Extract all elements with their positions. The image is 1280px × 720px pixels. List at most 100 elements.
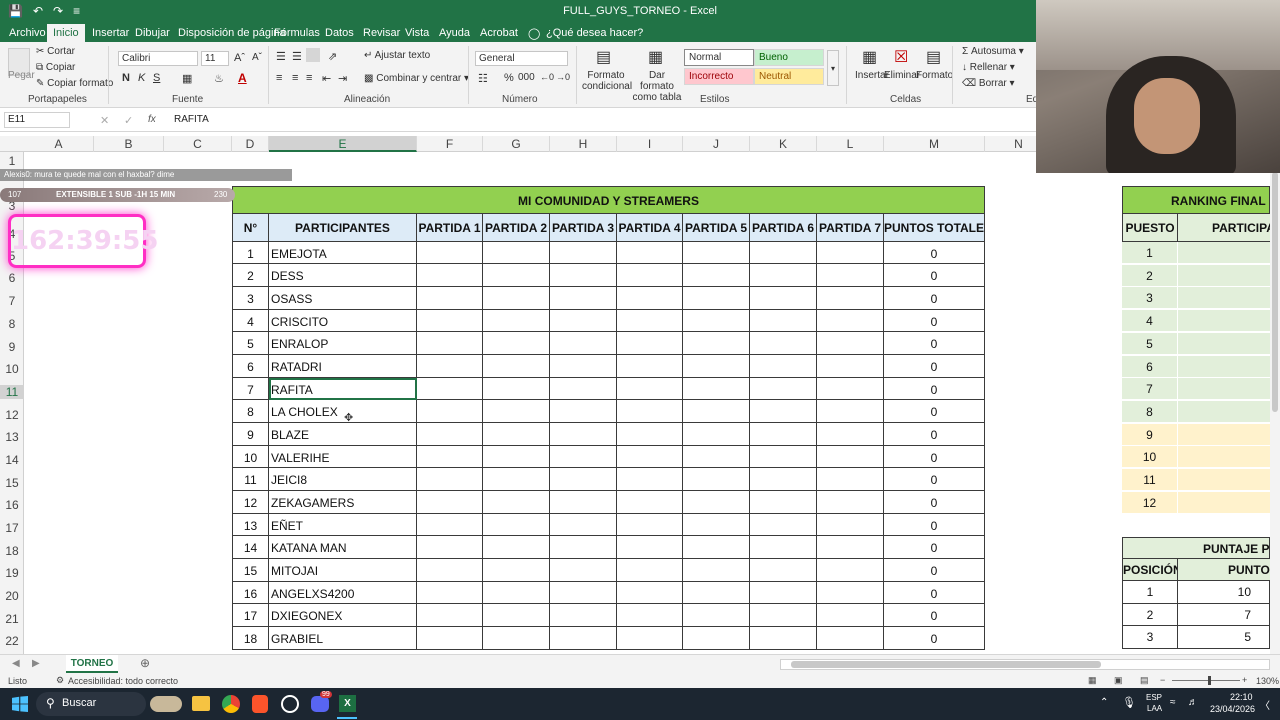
total-points-cell[interactable]: 0	[884, 310, 985, 332]
align-top-icon[interactable]: ☰	[276, 50, 286, 63]
tab-dibujar[interactable]: Dibujar	[135, 27, 170, 39]
match-score-cell[interactable]	[417, 242, 483, 264]
match-score-cell[interactable]	[683, 559, 750, 582]
match-score-cell[interactable]	[617, 536, 683, 559]
participant-number[interactable]: 4	[232, 310, 269, 332]
match-score-cell[interactable]	[617, 627, 683, 650]
match-score-cell[interactable]	[483, 536, 550, 559]
ranking-participant[interactable]	[1178, 469, 1270, 491]
ranking-position[interactable]: 4	[1122, 310, 1178, 333]
ranking-header-puesto[interactable]: PUESTO	[1122, 214, 1178, 242]
clock-time[interactable]: 22:10	[1230, 692, 1253, 702]
tray-chevron-icon[interactable]: ⌃	[1100, 697, 1108, 708]
match-score-cell[interactable]	[617, 242, 683, 264]
taskbar-search[interactable]: ⚲ Buscar	[36, 692, 146, 716]
ranking-title[interactable]: RANKING FINAL - T	[1122, 186, 1270, 214]
row-header[interactable]: 21	[0, 612, 24, 626]
match-score-cell[interactable]	[617, 514, 683, 536]
tab-archivo[interactable]: Archivo	[9, 27, 46, 39]
styles-more-icon[interactable]: ▾	[827, 50, 839, 86]
match-score-cell[interactable]	[483, 514, 550, 536]
match-score-cell[interactable]	[550, 378, 617, 400]
match-score-cell[interactable]	[750, 378, 817, 400]
participant-name[interactable]: EMEJOTA	[269, 242, 417, 264]
match-score-cell[interactable]	[817, 355, 884, 378]
puntaje-position[interactable]: 1	[1122, 581, 1178, 604]
insert-cells-icon[interactable]: ▦	[862, 47, 877, 67]
function-icon[interactable]: fx	[148, 114, 156, 125]
match-score-cell[interactable]	[483, 468, 550, 491]
row-header[interactable]: 8	[0, 317, 24, 331]
match-score-cell[interactable]	[550, 604, 617, 627]
accounting-icon[interactable]: ☷	[478, 72, 488, 85]
match-score-cell[interactable]	[750, 491, 817, 514]
chrome-icon[interactable]	[222, 695, 240, 713]
page-break-icon[interactable]: ▤	[1140, 675, 1149, 686]
row-header[interactable]: 15	[0, 476, 24, 490]
match-score-cell[interactable]	[483, 355, 550, 378]
ranking-position[interactable]: 3	[1122, 287, 1178, 310]
match-score-cell[interactable]	[483, 559, 550, 582]
ranking-position[interactable]: 7	[1122, 378, 1178, 401]
match-score-cell[interactable]	[417, 468, 483, 491]
match-score-cell[interactable]	[417, 446, 483, 468]
total-points-cell[interactable]: 0	[884, 423, 985, 446]
match-score-cell[interactable]	[683, 332, 750, 355]
row-header[interactable]: 10	[0, 362, 24, 376]
match-score-cell[interactable]	[550, 582, 617, 604]
match-score-cell[interactable]	[683, 446, 750, 468]
puntaje-title[interactable]: PUNTAJE PO	[1122, 537, 1270, 559]
align-bottom-icon[interactable]	[306, 48, 320, 62]
orientation-icon[interactable]: ⇗	[328, 50, 337, 63]
match-score-cell[interactable]	[617, 264, 683, 287]
match-score-cell[interactable]	[683, 423, 750, 446]
match-score-cell[interactable]	[617, 446, 683, 468]
participant-number[interactable]: 2	[232, 264, 269, 287]
add-sheet-icon[interactable]: ⊕	[140, 656, 150, 670]
row-header[interactable]: 7	[0, 294, 24, 308]
format-painter-button[interactable]: ✎ Copiar formato	[36, 78, 113, 89]
match-score-cell[interactable]	[817, 514, 884, 536]
match-score-cell[interactable]	[683, 604, 750, 627]
fill-color-icon[interactable]: ♨	[214, 72, 224, 85]
ranking-position[interactable]: 12	[1122, 491, 1178, 514]
match-score-cell[interactable]	[417, 400, 483, 423]
match-score-cell[interactable]	[550, 242, 617, 264]
ranking-position[interactable]: 2	[1122, 264, 1178, 287]
total-points-cell[interactable]: 0	[884, 604, 985, 627]
match-score-cell[interactable]	[417, 287, 483, 310]
match-score-cell[interactable]	[550, 332, 617, 355]
vertical-scrollbar[interactable]	[1270, 152, 1280, 654]
row-header[interactable]: 18	[0, 544, 24, 558]
match-score-cell[interactable]	[683, 627, 750, 650]
match-score-cell[interactable]	[483, 491, 550, 514]
puntaje-points[interactable]: 10	[1178, 581, 1270, 604]
match-score-cell[interactable]	[483, 332, 550, 355]
match-score-cell[interactable]	[550, 536, 617, 559]
match-score-cell[interactable]	[683, 514, 750, 536]
participant-name-selected[interactable]: RAFITA	[269, 378, 417, 400]
match-score-cell[interactable]	[817, 491, 884, 514]
participant-number[interactable]: 9	[232, 423, 269, 446]
ranking-header-participante[interactable]: PARTICIPA	[1178, 214, 1270, 242]
style-neutral[interactable]: Neutral	[754, 68, 824, 85]
table-title[interactable]: MI COMUNIDAD Y STREAMERS	[232, 186, 985, 214]
sheet-tab-torneo[interactable]: TORNEO	[66, 655, 118, 673]
ranking-position[interactable]: 8	[1122, 400, 1178, 423]
match-score-cell[interactable]	[683, 582, 750, 604]
bold-button[interactable]: N	[122, 72, 130, 84]
match-score-cell[interactable]	[550, 287, 617, 310]
table-header-cell[interactable]: PARTIDA 7	[817, 214, 884, 242]
format-cells-icon[interactable]: ▤	[926, 47, 941, 67]
match-score-cell[interactable]	[483, 627, 550, 650]
notifications-icon[interactable]: 〈	[1260, 697, 1270, 712]
match-score-cell[interactable]	[683, 536, 750, 559]
match-score-cell[interactable]	[817, 559, 884, 582]
match-score-cell[interactable]	[750, 536, 817, 559]
match-score-cell[interactable]	[817, 242, 884, 264]
total-points-cell[interactable]: 0	[884, 559, 985, 582]
tab-acrobat[interactable]: Acrobat	[480, 27, 518, 39]
match-score-cell[interactable]	[550, 627, 617, 650]
zoom-slider-thumb[interactable]	[1208, 676, 1211, 685]
participant-number[interactable]: 5	[232, 332, 269, 355]
